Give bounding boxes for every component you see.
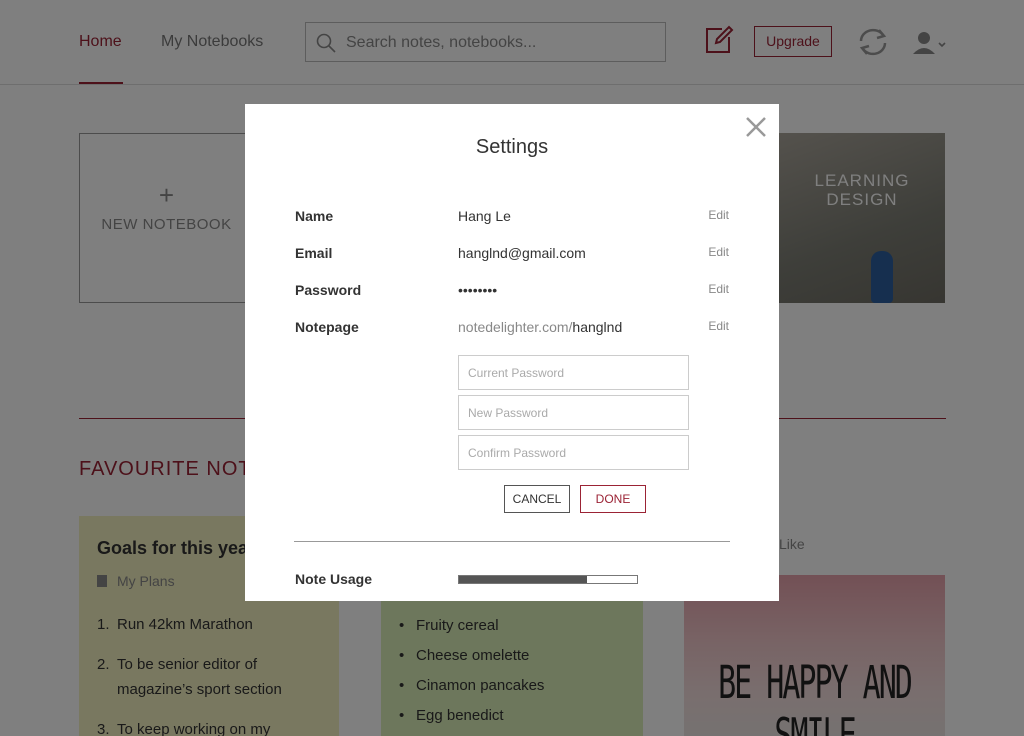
edit-password-link[interactable]: Edit [708,282,729,296]
note-usage-label: Note Usage [295,571,373,587]
note-usage-bar [458,575,638,584]
settings-dialog: Settings Name Hang Le Edit Email hanglnd… [245,104,779,601]
settings-row-name: Name Hang Le Edit [295,208,729,230]
current-password-placeholder: Current Password [468,366,565,380]
dialog-divider [294,541,730,542]
new-password-placeholder: New Password [468,406,549,420]
notepage-label: Notepage [295,319,359,335]
edit-email-link[interactable]: Edit [708,245,729,259]
name-value: Hang Le [458,208,511,224]
password-label: Password [295,282,362,298]
notepage-domain: notedelighter.com/ [458,319,573,335]
notepage-value: notedelighter.com/hanglnd [458,319,622,335]
done-button[interactable]: DONE [580,485,646,513]
confirm-password-field[interactable]: Confirm Password [458,435,689,470]
note-usage-fill [459,576,588,583]
email-label: Email [295,245,333,261]
cancel-button[interactable]: CANCEL [504,485,570,513]
password-value: •••••••• [458,282,498,298]
settings-row-notepage: Notepage notedelighter.com/hanglnd Edit [295,319,729,341]
name-label: Name [295,208,334,224]
edit-name-link[interactable]: Edit [708,208,729,222]
settings-row-password: Password •••••••• Edit [295,282,729,304]
edit-notepage-link[interactable]: Edit [708,319,729,333]
notepage-username: hanglnd [572,319,623,335]
close-icon[interactable] [745,116,767,138]
dialog-title: Settings [475,136,549,158]
settings-row-email: Email hanglnd@gmail.com Edit [295,245,729,267]
confirm-password-placeholder: Confirm Password [468,446,567,460]
current-password-field[interactable]: Current Password [458,355,689,390]
email-value: hanglnd@gmail.com [458,245,586,261]
new-password-field[interactable]: New Password [458,395,689,430]
